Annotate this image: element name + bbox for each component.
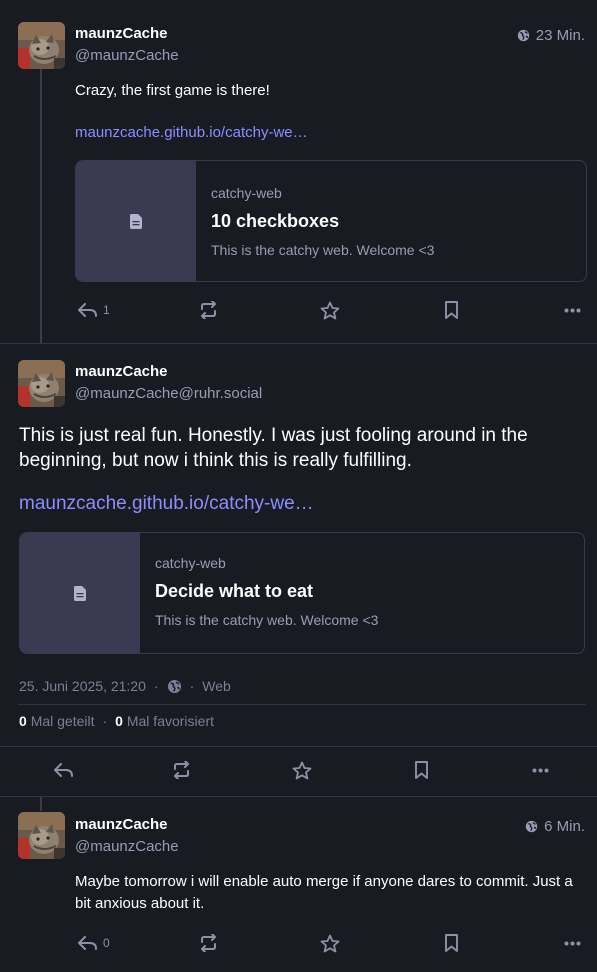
globe-icon (517, 29, 529, 42)
meta-divider (18, 704, 586, 705)
bookmark-icon (415, 761, 428, 779)
status-post-2-detailed[interactable]: maunzCache @maunzCache@ruhr.social This … (0, 344, 597, 796)
star-icon (292, 761, 312, 779)
reply-button[interactable]: 1 (78, 295, 110, 325)
favourites-count: 0 (115, 713, 123, 729)
reply-count: 0 (103, 936, 110, 950)
display-name[interactable]: maunzCache (75, 816, 168, 833)
detail-divider (0, 746, 597, 747)
card-description: This is the catchy web. Welcome <3 (211, 242, 435, 258)
boost-button[interactable] (199, 295, 218, 325)
relative-time[interactable]: 6 Min. (525, 818, 585, 835)
bookmark-icon (445, 934, 458, 952)
meta-separator: · (189, 678, 195, 694)
detailed-action-bar (0, 755, 597, 785)
card-title: Decide what to eat (155, 581, 314, 601)
reply-icon (54, 763, 73, 777)
status-link[interactable]: maunzcache.github.io/catchy-we… (19, 493, 314, 515)
favourites-count-link[interactable]: 0 Mal favorisiert (115, 713, 214, 729)
bookmark-button[interactable] (444, 295, 459, 325)
avatar[interactable] (18, 22, 65, 69)
document-icon (129, 213, 142, 229)
more-icon (564, 308, 581, 312)
status-post-3[interactable]: maunzCache @maunzCache 6 Min. Maybe tomo… (0, 797, 597, 972)
status-content: This is just real fun. Honestly. I was j… (19, 425, 528, 471)
status-meta: 25. Juni 2025, 21:20 · · Web (19, 678, 231, 694)
more-icon (532, 768, 549, 772)
thread-line (40, 797, 42, 811)
reply-icon (78, 303, 97, 317)
meta-separator: · (153, 678, 159, 694)
document-icon (73, 585, 86, 601)
link-preview-card[interactable]: catchy-web 10 checkboxes This is the cat… (75, 160, 587, 282)
status-counts: 0 Mal geteilt · 0 Mal favorisiert (19, 713, 214, 729)
more-button[interactable] (564, 928, 581, 958)
favourite-button[interactable] (320, 295, 340, 325)
time-label: 6 Min. (544, 818, 585, 835)
boost-icon (201, 934, 216, 952)
status-action-bar: 0 (0, 928, 597, 958)
card-provider: catchy-web (211, 185, 282, 201)
favourite-button[interactable] (292, 755, 312, 785)
reply-button[interactable]: 0 (78, 928, 110, 958)
favourites-label: Mal favorisiert (126, 713, 214, 729)
more-icon (564, 941, 581, 945)
bookmark-button[interactable] (414, 755, 429, 785)
globe-icon[interactable] (167, 679, 182, 694)
status-datetime[interactable]: 25. Juni 2025, 21:20 (19, 678, 146, 694)
bookmark-button[interactable] (444, 928, 459, 958)
boost-icon (174, 761, 189, 779)
account-handle[interactable]: @maunzCache (75, 47, 179, 64)
status-link[interactable]: maunzcache.github.io/catchy-we… (75, 124, 308, 141)
reply-icon (78, 936, 97, 950)
globe-icon (525, 820, 538, 833)
more-button[interactable] (532, 755, 549, 785)
status-content: Maybe tomorrow i will enable auto merge … (75, 873, 573, 912)
relative-time[interactable]: 23 Min. (517, 27, 585, 44)
time-label: 23 Min. (535, 27, 585, 44)
star-icon (320, 301, 340, 319)
card-description: This is the catchy web. Welcome <3 (155, 612, 379, 628)
counts-separator: · (102, 713, 108, 729)
application-name: Web (202, 678, 231, 694)
card-provider: catchy-web (155, 555, 226, 571)
link-preview-card[interactable]: catchy-web Decide what to eat This is th… (19, 532, 585, 654)
more-button[interactable] (564, 295, 581, 325)
account-handle[interactable]: @maunzCache@ruhr.social (75, 385, 262, 402)
display-name[interactable]: maunzCache (75, 363, 168, 380)
status-post-1[interactable]: maunzCache @maunzCache 23 Min. Crazy, th… (0, 0, 597, 343)
reply-count: 1 (103, 303, 110, 317)
reply-button[interactable] (54, 755, 73, 785)
boost-icon (201, 301, 216, 319)
star-icon (320, 934, 340, 952)
boost-button[interactable] (172, 755, 191, 785)
avatar[interactable] (18, 360, 65, 407)
card-thumbnail (76, 161, 196, 281)
display-name[interactable]: maunzCache (75, 25, 168, 42)
reblogs-label: Mal geteilt (30, 713, 95, 729)
favourite-button[interactable] (320, 928, 340, 958)
boost-button[interactable] (199, 928, 218, 958)
account-handle[interactable]: @maunzCache (75, 838, 179, 855)
avatar[interactable] (18, 812, 65, 859)
status-content: Crazy, the first game is there! (75, 82, 270, 99)
status-action-bar: 1 (0, 295, 597, 325)
card-thumbnail (20, 533, 140, 653)
reblogs-count: 0 (19, 713, 27, 729)
card-title: 10 checkboxes (211, 211, 340, 231)
reblogs-count-link[interactable]: 0 Mal geteilt (19, 713, 95, 729)
bookmark-icon (445, 301, 458, 319)
